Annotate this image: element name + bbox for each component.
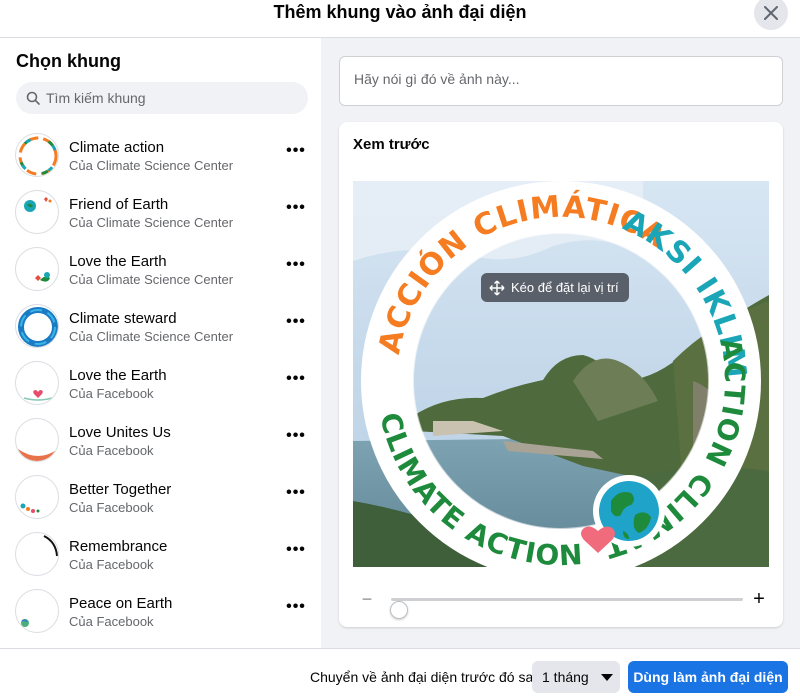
framed-photo: ACCIÓN CLIMÁTICA AKSI IKLIM ACTION CLIMA… — [353, 181, 769, 567]
frame-thumbnail — [15, 361, 59, 405]
frame-item[interactable]: Peace on Earth Của Facebook ••• — [2, 586, 320, 643]
frame-item[interactable]: Love the Earth Của Facebook ••• — [2, 358, 320, 415]
frame-item[interactable]: Climate steward Của Climate Science Cent… — [2, 301, 320, 358]
frame-thumbnail — [15, 532, 59, 576]
revert-label: Chuyển về ảnh đại diện trước đó sau — [310, 669, 542, 685]
frame-item[interactable]: Climate action Của Climate Science Cente… — [2, 130, 320, 187]
preview-card: Xem trước ACCIÓN CLIMÁTICA AKSI IKLIM AC… — [339, 122, 783, 627]
more-options-button[interactable]: ••• — [282, 482, 310, 504]
panel-title: Chọn khung — [16, 51, 121, 71]
search-icon — [26, 91, 40, 105]
set-profile-picture-button[interactable]: Dùng làm ảnh đại diện — [628, 661, 788, 693]
frame-thumbnail — [15, 247, 59, 291]
preview-panel: Xem trước — [321, 38, 800, 648]
more-options-button[interactable]: ••• — [282, 368, 310, 390]
frame-owner: Của Facebook — [69, 500, 154, 515]
frame-owner: Của Climate Science Center — [69, 158, 234, 173]
more-options-button[interactable]: ••• — [282, 254, 310, 276]
frame-name: Climate steward — [69, 310, 177, 327]
caption-box[interactable] — [339, 56, 783, 106]
frame-owner: Của Climate Science Center — [69, 215, 234, 230]
frame-name: Love the Earth — [69, 253, 167, 270]
frame-thumbnail — [15, 304, 59, 348]
frame-name: Peace on Earth — [69, 595, 173, 612]
frame-thumbnail — [15, 475, 59, 519]
dialog-header: Thêm khung vào ảnh đại diện — [0, 0, 800, 38]
profile-preview[interactable]: ACCIÓN CLIMÁTICA AKSI IKLIM ACTION CLIMA… — [353, 181, 769, 567]
zoom-in-button[interactable]: + — [749, 587, 769, 611]
frame-picker-panel: Chọn khung Climate action Của Climate Sc… — [2, 38, 320, 648]
frame-owner: Của Climate Science Center — [69, 329, 234, 344]
zoom-slider-thumb[interactable] — [390, 601, 408, 619]
dialog-footer: Chuyển về ảnh đại diện trước đó sau 1 th… — [0, 648, 800, 697]
frame-owner: Của Facebook — [69, 614, 154, 629]
dialog-title: Thêm khung vào ảnh đại diện — [273, 2, 527, 22]
caption-input[interactable] — [354, 71, 764, 87]
frame-name: Remembrance — [69, 538, 168, 555]
frame-thumbnail — [15, 190, 59, 234]
frame-name: Love Unites Us — [69, 424, 171, 441]
caret-down-icon — [600, 673, 613, 681]
reposition-label: Kéo để đặt lại vị trí — [511, 280, 619, 295]
more-options-button[interactable]: ••• — [282, 425, 310, 447]
frame-thumbnail — [15, 133, 59, 177]
close-icon — [764, 6, 778, 20]
frame-item[interactable]: Remembrance Của Facebook ••• — [2, 529, 320, 586]
revert-duration-dropdown[interactable]: 1 tháng — [532, 661, 620, 693]
frame-name: Love the Earth — [69, 367, 167, 384]
more-options-button[interactable]: ••• — [282, 197, 310, 219]
frame-thumbnail — [15, 418, 59, 462]
more-options-button[interactable]: ••• — [282, 311, 310, 333]
frame-owner: Của Climate Science Center — [69, 272, 234, 287]
frame-search[interactable] — [16, 82, 308, 114]
frame-name: Friend of Earth — [69, 196, 169, 213]
frame-search-input[interactable] — [46, 90, 286, 106]
frame-item[interactable]: Love the Earth Của Climate Science Cente… — [2, 244, 320, 301]
more-options-button[interactable]: ••• — [282, 140, 310, 162]
frame-item[interactable]: Friend of Earth Của Climate Science Cent… — [2, 187, 320, 244]
frame-owner: Của Facebook — [69, 443, 154, 458]
frame-owner: Của Facebook — [69, 557, 154, 572]
frame-owner: Của Facebook — [69, 386, 154, 401]
frame-list: Climate action Của Climate Science Cente… — [2, 130, 320, 643]
close-button[interactable] — [754, 0, 788, 30]
move-icon — [489, 280, 505, 295]
frame-thumbnail — [15, 589, 59, 633]
zoom-control: − + — [357, 587, 769, 619]
frame-item[interactable]: Better Together Của Facebook ••• — [2, 472, 320, 529]
more-options-button[interactable]: ••• — [282, 539, 310, 561]
reposition-hint: Kéo để đặt lại vị trí — [481, 273, 629, 302]
zoom-out-button[interactable]: − — [357, 587, 377, 611]
zoom-slider[interactable] — [390, 598, 743, 619]
frame-name: Climate action — [69, 139, 165, 156]
frame-item[interactable]: Love Unites Us Của Facebook ••• — [2, 415, 320, 472]
frame-name: Better Together — [69, 481, 172, 498]
preview-label: Xem trước — [353, 136, 430, 153]
duration-value: 1 tháng — [542, 669, 589, 685]
add-frame-dialog: Thêm khung vào ảnh đại diện Chọn khung T… — [0, 0, 800, 697]
more-options-button[interactable]: ••• — [282, 596, 310, 618]
